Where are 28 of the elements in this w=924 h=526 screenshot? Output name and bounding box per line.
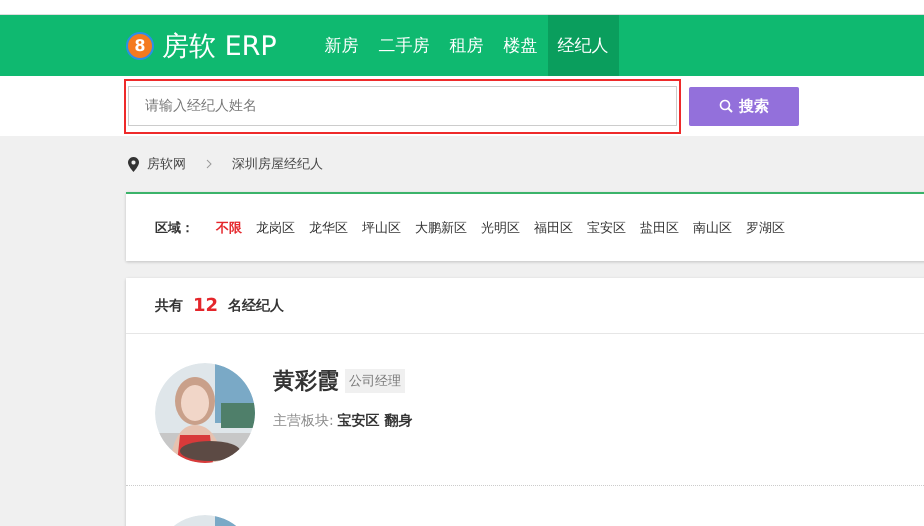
breadcrumb-link[interactable]: 房软网 — [147, 155, 186, 173]
search-button[interactable]: 搜索 — [689, 86, 799, 126]
logo-text: 房软 ERP — [162, 30, 277, 64]
agent-title-tag: 公司经理 — [345, 369, 405, 393]
area-values: 宝安区 翻身 — [338, 412, 413, 430]
search-icon — [719, 99, 733, 113]
logo-badge: 8 — [126, 32, 154, 60]
district-option[interactable]: 罗湖区 — [746, 218, 785, 236]
district-option[interactable]: 光明区 — [481, 218, 520, 236]
count-prefix: 共有 — [155, 296, 183, 314]
location-pin-icon — [128, 156, 139, 172]
breadcrumb-link[interactable]: 深圳房屋经纪人 — [232, 155, 323, 173]
agent-name[interactable]: 黄彩霞 — [273, 366, 339, 396]
district-option[interactable]: 龙岗区 — [256, 218, 295, 236]
district-option[interactable]: 盐田区 — [640, 218, 679, 236]
district-option[interactable]: 宝安区 — [587, 218, 626, 236]
area-label: 主营板块: — [273, 412, 334, 430]
district-option[interactable]: 南山区 — [693, 218, 732, 236]
district-option[interactable]: 坪山区 — [362, 218, 401, 236]
district-option[interactable]: 不限 — [216, 218, 242, 236]
search-field[interactable]: 请输入经纪人姓名 — [128, 86, 677, 126]
agent-count: 12 — [193, 295, 218, 316]
count-suffix: 名经纪人 — [228, 296, 284, 314]
district-option[interactable]: 福田区 — [534, 218, 573, 236]
chevron-icon — [206, 159, 212, 169]
district-option[interactable]: 龙华区 — [309, 218, 348, 236]
district-option[interactable]: 大鹏新区 — [415, 218, 467, 236]
filter-label: 区域： — [155, 220, 194, 236]
